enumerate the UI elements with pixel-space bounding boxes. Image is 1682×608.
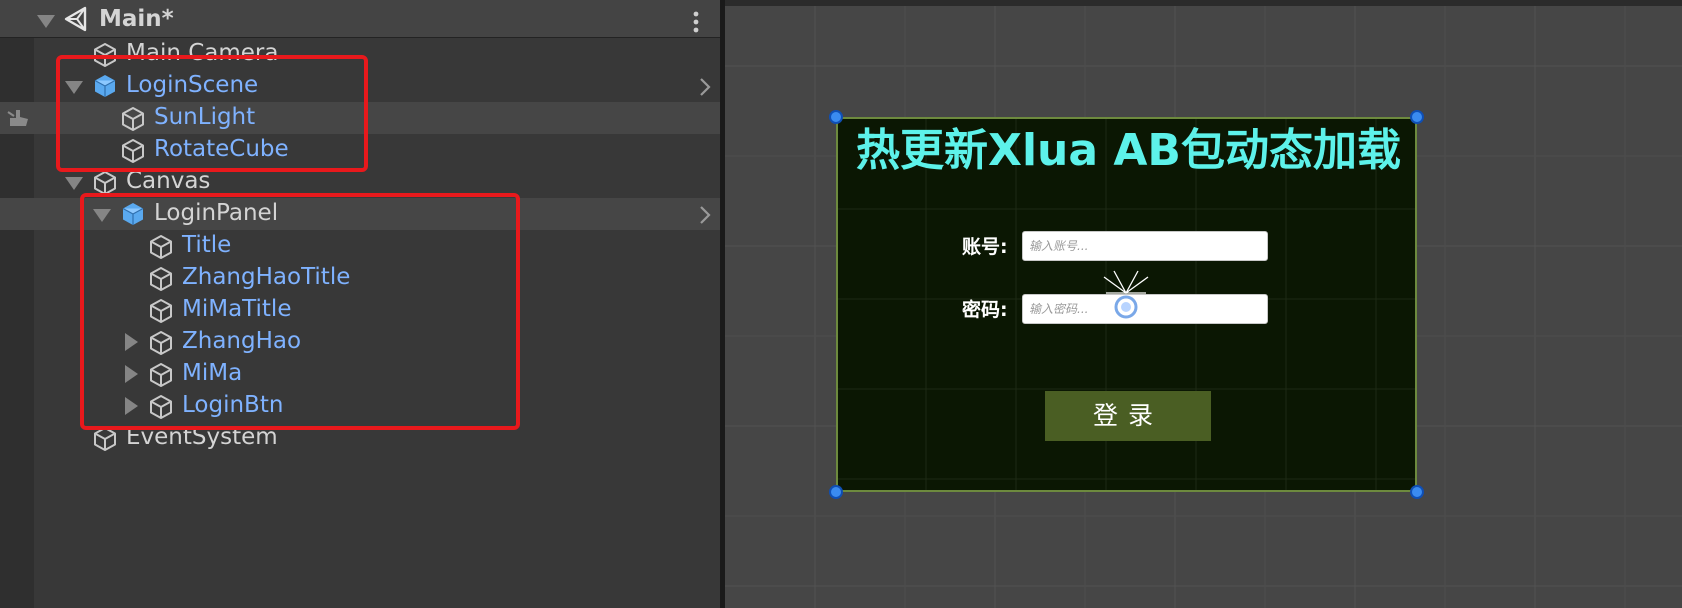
account-input[interactable]: 输入账号... [1022, 231, 1268, 261]
chevron-right-icon[interactable] [693, 203, 717, 227]
hand-pointer-icon [7, 110, 28, 126]
rect-handle-top-right[interactable] [1410, 110, 1424, 124]
annotation-box-login-panel [80, 193, 520, 430]
scene-header-row[interactable]: Main* [0, 0, 720, 38]
password-placeholder: 输入密码... [1029, 302, 1089, 316]
hierarchy-panel: Main* Main Camera LoginScene SunLight Ro… [0, 0, 720, 608]
panel-title: 热更新Xlua AB包动态加载 [856, 125, 1401, 176]
login-panel[interactable]: 热更新Xlua AB包动态加载 账号: 输入账号... 密码: 输入密码... … [836, 117, 1417, 492]
scene-title: Main* [99, 6, 174, 32]
light-gizmo-icon [1103, 270, 1149, 319]
login-button[interactable]: 登录 [1045, 391, 1211, 441]
password-label: 密码: [962, 299, 1008, 321]
rect-handle-bottom-left[interactable] [829, 485, 843, 499]
expand-triangle-icon[interactable] [37, 15, 55, 28]
annotation-box-login-scene [56, 55, 368, 172]
account-label: 账号: [962, 236, 1008, 258]
scene-view[interactable]: 热更新Xlua AB包动态加载 账号: 输入账号... 密码: 输入密码... … [725, 0, 1682, 608]
unity-logo-icon [64, 6, 87, 32]
rect-handle-bottom-right[interactable] [1410, 485, 1424, 499]
account-placeholder: 输入账号... [1029, 239, 1089, 253]
chevron-right-icon[interactable] [693, 75, 717, 99]
expand-triangle-icon[interactable] [65, 177, 83, 190]
rect-handle-top-left[interactable] [829, 110, 843, 124]
more-options-icon[interactable] [692, 11, 700, 33]
